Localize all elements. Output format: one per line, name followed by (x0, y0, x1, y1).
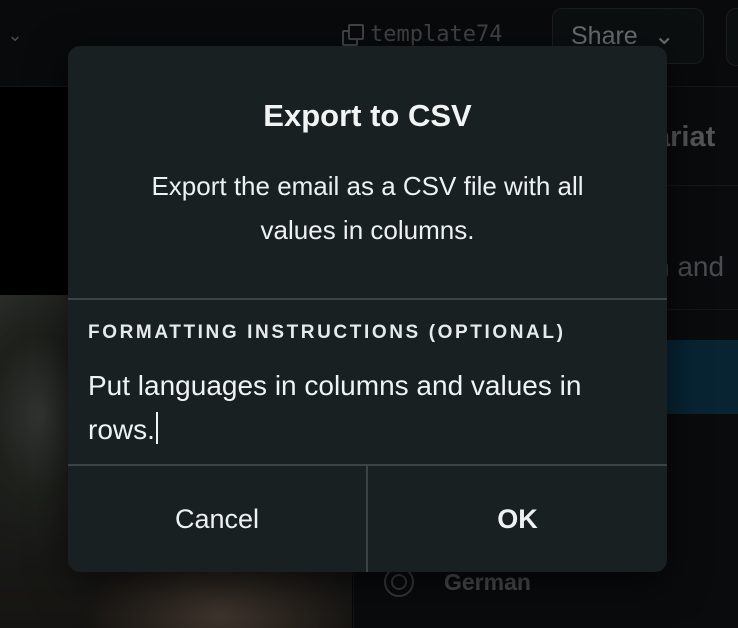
dialog-description: Export the email as a CSV file with all … (151, 171, 584, 245)
export-csv-dialog: Export to CSV Export the email as a CSV … (68, 46, 667, 572)
ok-button[interactable]: OK (368, 466, 667, 572)
divider (68, 298, 667, 300)
formatting-instructions-label: FORMATTING INSTRUCTIONS (OPTIONAL) (88, 322, 566, 343)
text-cursor (155, 412, 158, 444)
formatting-instructions-input[interactable]: Put languages in columns and values in r… (88, 364, 648, 452)
cancel-button[interactable]: Cancel (68, 466, 366, 572)
formatting-instructions-value: Put languages in columns and values in r… (88, 370, 582, 445)
dialog-title: Export to CSV (263, 98, 472, 133)
